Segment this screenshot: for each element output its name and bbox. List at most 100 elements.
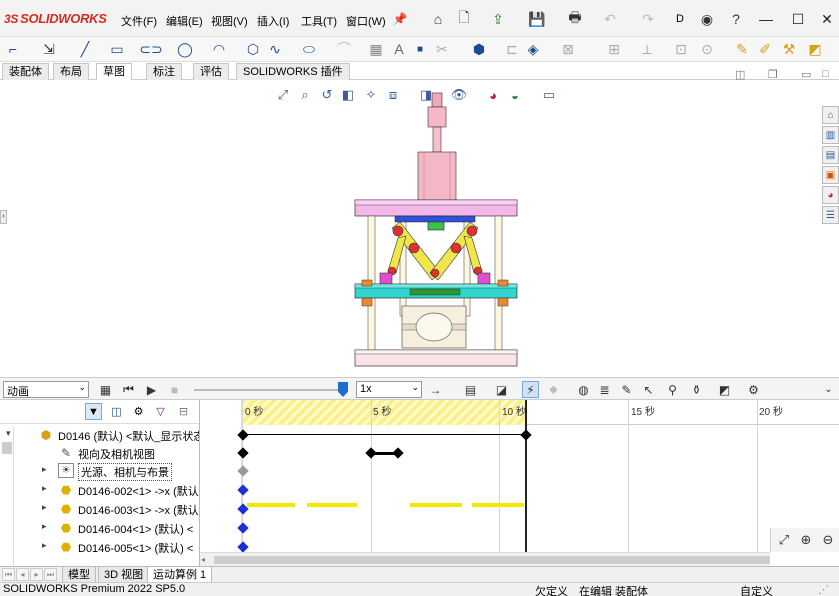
slot-icon[interactable]: ⊂⊃ [139, 40, 162, 58]
open-icon[interactable]: ⇪ [488, 9, 508, 29]
tree-vertical-scrollbar[interactable] [1, 426, 14, 566]
scroll-left-icon[interactable]: ◂ [201, 555, 205, 564]
expander-icon[interactable]: ▸ [42, 464, 47, 475]
expander-icon[interactable]: ▸ [42, 540, 47, 551]
move-icon[interactable]: ⟂ [638, 40, 656, 58]
print-icon[interactable]: 🖶 [565, 9, 585, 29]
keyframe-view-a[interactable] [365, 447, 377, 459]
tab-addins[interactable]: SOLIDWORKS 插件 [236, 63, 350, 80]
previous-tab-icon[interactable]: ◂ [16, 568, 29, 581]
motor-icon[interactable]: ◍ [575, 381, 592, 398]
timeline-area[interactable]: 0 秒 5 秒 10 秒 15 秒 20 秒 [200, 400, 839, 552]
calculate-icon[interactable]: ▦ [97, 381, 114, 398]
menu-edit[interactable]: 编辑(E) [166, 13, 203, 29]
menu-tools[interactable]: 工具(T) [301, 13, 337, 29]
expander-icon[interactable]: ▸ [42, 483, 47, 494]
mirror-icon[interactable]: ⊠ [559, 40, 577, 58]
tab-layout[interactable]: 布局 [53, 63, 89, 80]
tree-item-part-005[interactable]: ▸ ⬣ D0146-005<1> (默认) < [0, 538, 199, 556]
solidworks-logo[interactable]: 3S SOLIDWORKS [4, 11, 107, 26]
ellipse-icon[interactable]: ⬭ [300, 40, 318, 58]
sketch-icon[interactable]: ⌐ [4, 40, 22, 58]
offset-icon[interactable]: ⊏ [503, 40, 521, 58]
tab-assembly[interactable]: 装配体 [2, 63, 49, 80]
restore-pane-icon[interactable]: ❐ [768, 68, 778, 81]
zoom-to-fit-icon[interactable]: ⤢ [775, 531, 793, 549]
pane-minimize-icon[interactable]: ▭ [801, 68, 811, 81]
help-icon[interactable]: ? [726, 9, 746, 29]
pane-maximize-icon[interactable]: □ [822, 68, 829, 80]
instant2d-icon[interactable]: ⚒ [780, 40, 798, 58]
previous-view-icon[interactable]: ↺ [318, 86, 336, 104]
playback-mode-icon[interactable]: → [427, 381, 444, 398]
quick-snaps-icon[interactable]: ✎ [733, 40, 751, 58]
spline-icon[interactable]: ∿ [266, 40, 284, 58]
autoscroll-icon[interactable]: ⊟ [175, 403, 192, 420]
minimize-button[interactable]: — [754, 9, 778, 29]
feature-manager-toggle[interactable]: › [0, 210, 7, 224]
resize-grip-icon[interactable]: ⋰ [818, 583, 829, 596]
convert-icon[interactable]: ⬢ [470, 40, 488, 58]
contact-icon[interactable]: ✎ [618, 381, 635, 398]
pin-icon[interactable]: 📌 [390, 9, 410, 29]
save-icon[interactable]: 💾 [527, 9, 547, 29]
filter-selected-icon[interactable]: ⚙ [130, 403, 147, 420]
next-tab-icon[interactable]: ▸ [30, 568, 43, 581]
redo-icon[interactable]: ↷ [638, 9, 658, 29]
tree-item-view-orientation[interactable]: ✎ 视向及相机视图 [0, 444, 199, 462]
fillet-icon[interactable]: ⌒ [335, 40, 353, 58]
tab-model[interactable]: 模型 [62, 567, 96, 583]
appearances-icon[interactable]: ◕ [822, 186, 839, 204]
custom-properties-icon[interactable]: ☰ [822, 206, 839, 224]
view-palette-icon[interactable]: ▣ [822, 166, 839, 184]
view-settings-icon[interactable]: ▭ [540, 86, 558, 104]
filter-animated-icon[interactable]: ▼ [85, 403, 102, 420]
study-type-select[interactable]: 动画 ⌄ [3, 381, 89, 398]
last-tab-icon[interactable]: ⏭ [44, 568, 57, 581]
undo-icon[interactable]: ↶ [600, 9, 620, 29]
damper-icon[interactable]: ⚲ [664, 381, 681, 398]
first-tab-icon[interactable]: ⏮ [2, 568, 15, 581]
tab-evaluate[interactable]: 评估 [193, 63, 229, 80]
zoom-to-area-icon[interactable]: ⌕ [296, 86, 314, 104]
animation-wizard-icon[interactable]: ◪ [493, 381, 510, 398]
play-from-start-icon[interactable]: ⏮ [120, 381, 137, 398]
menu-window[interactable]: 窗口(W) [346, 13, 386, 29]
add-key-icon[interactable]: ⬥ [545, 381, 562, 398]
repair-icon[interactable]: ⊙ [698, 40, 716, 58]
expander-icon[interactable]: ▸ [42, 521, 47, 532]
trim-icon[interactable]: ✂ [433, 40, 451, 58]
account-icon[interactable]: ◉ [697, 9, 717, 29]
play-icon[interactable]: ▶ [143, 381, 160, 398]
tree-item-assembly[interactable]: ▾ ⬢ D0146 (默认) <默认_显示状态 [0, 426, 199, 444]
save-animation-icon[interactable]: ▤ [462, 381, 479, 398]
polygon-icon[interactable]: ⬡ [244, 40, 262, 58]
zoom-in-icon[interactable]: ⊕ [797, 531, 815, 549]
playback-speed-select[interactable]: 1x ⌄ [356, 381, 422, 398]
circle-icon[interactable]: ◯ [176, 40, 194, 58]
line-icon[interactable]: ╱ [76, 40, 94, 58]
timeline-ruler[interactable]: 0 秒 5 秒 10 秒 15 秒 20 秒 [242, 400, 839, 425]
text-icon[interactable]: A [390, 40, 408, 58]
timeline-horizontal-scrollbar[interactable]: ◂ [200, 552, 770, 566]
file-explorer-icon[interactable]: ▤ [822, 146, 839, 164]
split-panel-icon[interactable]: ◫ [735, 68, 745, 81]
resources-home-icon[interactable]: ⌂ [822, 106, 839, 124]
filter-results-icon[interactable]: ▽ [152, 403, 169, 420]
results-icon[interactable]: ◩ [716, 381, 733, 398]
settings-icon[interactable]: ⚙ [745, 381, 762, 398]
tree-scroll-thumb[interactable] [2, 442, 12, 454]
surface-offset-icon[interactable]: ◈ [524, 40, 542, 58]
menu-view[interactable]: 视图(V) [211, 13, 248, 29]
rectangle-icon[interactable]: ▭ [108, 40, 126, 58]
force-icon[interactable]: ⚱ [688, 381, 705, 398]
rapid-sketch-icon[interactable]: ✐ [756, 40, 774, 58]
maximize-button[interactable]: ☐ [786, 9, 810, 29]
zoom-to-fit-icon[interactable]: ⤢ [274, 86, 292, 104]
pattern-icon[interactable]: ⊞ [605, 40, 623, 58]
gravity-icon[interactable]: ↖ [640, 381, 657, 398]
zoom-out-icon[interactable]: ⊖ [819, 531, 837, 549]
tree-item-part-004[interactable]: ▸ ⬣ D0146-004<1> (默认) < [0, 519, 199, 537]
playback-slider-track[interactable] [194, 389, 344, 391]
tab-3d-view[interactable]: 3D 视图 [98, 567, 150, 583]
